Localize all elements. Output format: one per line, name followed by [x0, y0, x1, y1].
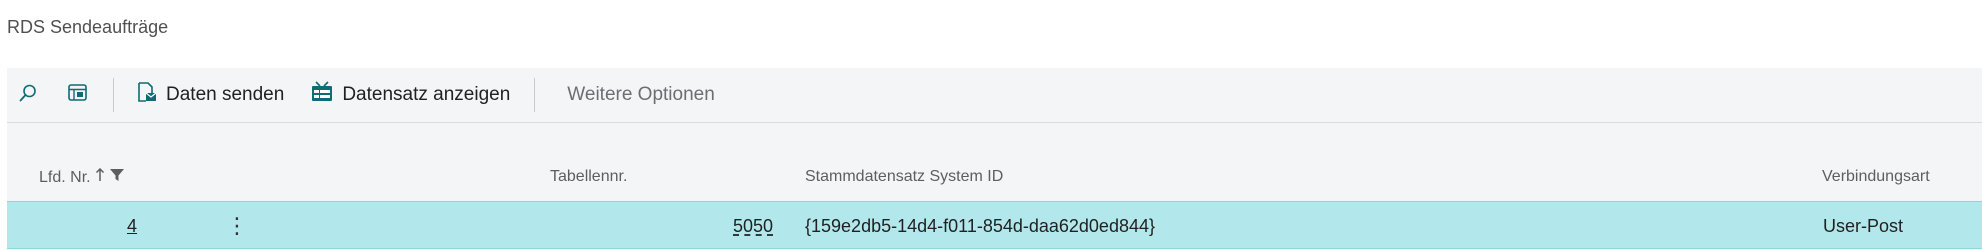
action-bar: Daten senden Datensatz anzeigen Weitere … [7, 68, 1982, 123]
system-id-cell: {159e2db5-14d4-f011-854d-daa62d0ed844} [805, 216, 1155, 236]
more-options-label: Weitere Optionen [567, 84, 715, 105]
page-title: RDS Sendeaufträge [7, 17, 169, 37]
search-icon [18, 83, 38, 108]
send-data-button[interactable]: Daten senden [126, 81, 294, 109]
send-data-label: Daten senden [166, 84, 285, 105]
search-button[interactable] [11, 78, 45, 112]
list-table: Lfd. Nr. Tabellennr. Stammdatensatz Syst… [7, 123, 1982, 250]
record-icon [310, 81, 334, 109]
column-header-system-id[interactable]: Stammdatensatz System ID [805, 168, 1003, 186]
lfd-nr-cell[interactable]: 4 [127, 216, 137, 237]
more-options-button[interactable]: Weitere Optionen [557, 84, 725, 106]
row-menu-icon[interactable]: ⋮ [226, 213, 248, 239]
verbindungsart-cell: User-Post [1823, 216, 1904, 236]
send-document-icon [136, 81, 158, 109]
layout-button[interactable] [61, 78, 95, 112]
layout-icon [67, 83, 89, 108]
tabellennr-cell[interactable]: 5050 [733, 216, 773, 237]
toolbar-divider [534, 78, 536, 112]
show-record-button[interactable]: Datensatz anzeigen [300, 81, 520, 109]
show-record-label: Datensatz anzeigen [342, 84, 511, 105]
sort-ascending-icon [95, 167, 105, 187]
filter-icon[interactable] [109, 168, 125, 187]
column-header-label: Lfd. Nr. [39, 168, 91, 186]
table-row[interactable]: 4 ⋮ 5050 {159e2db5-14d4-f011-854d-daa62d… [7, 201, 1982, 249]
column-header-lfd-nr[interactable]: Lfd. Nr. [39, 167, 125, 187]
column-header-tabellennr[interactable]: Tabellennr. [550, 168, 627, 186]
toolbar-divider [113, 78, 114, 112]
column-header-verbindungsart[interactable]: Verbindungsart [1822, 168, 1930, 186]
